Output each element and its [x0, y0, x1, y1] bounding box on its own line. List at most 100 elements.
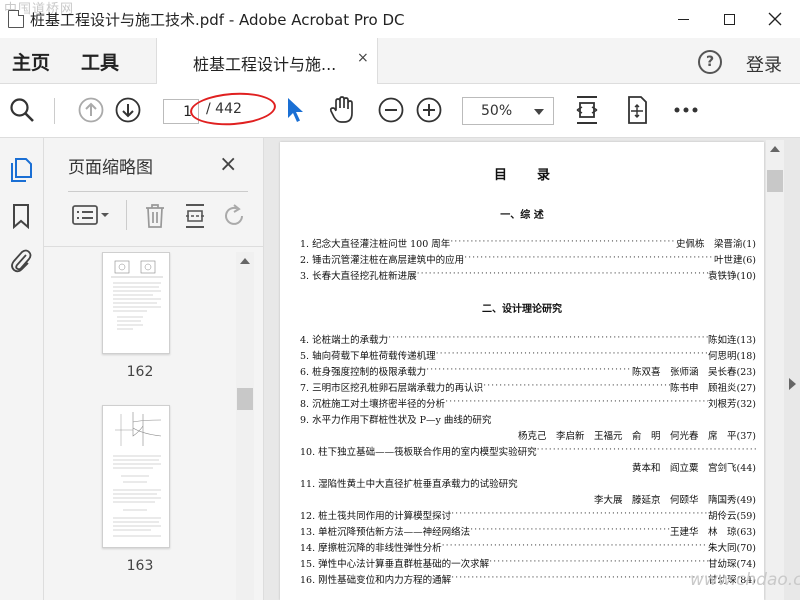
- tab-document[interactable]: 桩基工程设计与施... ×: [156, 38, 378, 84]
- watermark-bottom: www.chdao.com: [690, 570, 800, 590]
- toc-entry-title: 14. 摩擦桩沉降的非线性弹性分析: [300, 543, 442, 554]
- toc-leader: [436, 348, 708, 362]
- toc-leader: [426, 364, 632, 378]
- thumbnail-panel: 页面缩略图 × 162 163: [44, 138, 264, 600]
- pdf-page: 目录 一、综 述 1. 纪念大直径灌注桩问世 100 周年史佩栋 梁晋渝(1) …: [280, 142, 764, 600]
- toc-entry-title: 6. 桩身强度控制的极限承载力: [300, 367, 427, 378]
- panel-divider: [68, 191, 248, 192]
- fit-page-icon: [576, 96, 598, 124]
- previous-page-button[interactable]: [77, 96, 105, 124]
- toc-entry: 4. 论桩端土的承载力 陈如连(13): [300, 332, 756, 346]
- cursor-arrow-icon: [288, 98, 303, 122]
- tab-home[interactable]: 主页: [12, 48, 50, 75]
- sign-in-button[interactable]: 登录: [746, 51, 782, 77]
- bookmarks-button[interactable]: [8, 202, 34, 230]
- delete-page-button[interactable]: [144, 203, 166, 233]
- toc-entry-title: 13. 单桩沉降预估新方法——神经网络法: [300, 527, 471, 538]
- toc-leader: [388, 332, 708, 346]
- page-thumbnail[interactable]: [102, 252, 170, 354]
- full-screen-button[interactable]: [623, 96, 651, 124]
- thumbnail-page-number: 163: [126, 558, 154, 574]
- scroll-up-icon[interactable]: [770, 146, 780, 152]
- select-tool-button[interactable]: [281, 96, 309, 124]
- toc-entry: 5. 轴向荷载下单桩荷载传递机理 何思明(18): [300, 348, 756, 362]
- document-scrollbar[interactable]: [766, 140, 784, 600]
- toc-entry-title: 3. 长春大直径挖孔桩新进展: [300, 271, 417, 282]
- next-page-button[interactable]: [114, 96, 142, 124]
- bookmark-icon: [13, 204, 29, 229]
- toc-entry: 1. 纪念大直径灌注桩问世 100 周年 史佩栋 梁晋渝(1): [300, 236, 756, 250]
- minimize-icon: [677, 18, 689, 20]
- trash-icon: [146, 204, 164, 228]
- arrow-down-circle-icon: [115, 97, 141, 123]
- document-view: 目录 一、综 述 1. 纪念大直径灌注桩问世 100 周年史佩栋 梁晋渝(1) …: [264, 138, 800, 600]
- search-icon: [10, 98, 34, 122]
- scrollbar-thumb[interactable]: [237, 388, 253, 410]
- hand-tool-button[interactable]: [328, 96, 356, 124]
- toc-entry-authors: 袁铁铮(10): [707, 271, 756, 282]
- zoom-out-button[interactable]: [377, 96, 405, 124]
- close-panel-icon[interactable]: ×: [219, 152, 237, 177]
- toc-entry-authors: 陈双喜 张师涵 吴长春(23): [631, 367, 756, 378]
- toc-leader: [537, 444, 756, 458]
- toc-entry-title: 2. 锤击沉管灌注桩在高层建筑中的应用: [300, 255, 465, 266]
- toc-entry: 15. 弹性中心法计算垂直群桩基础的一次求解 甘幼琛(74): [300, 556, 756, 570]
- maximize-button[interactable]: [706, 0, 752, 38]
- tab-tools[interactable]: 工具: [81, 48, 119, 75]
- search-button[interactable]: [8, 96, 36, 124]
- page-thumbnail[interactable]: [102, 405, 170, 548]
- options-menu-button[interactable]: [72, 204, 112, 230]
- toc-leader: [451, 508, 708, 522]
- toc-entry: 13. 单桩沉降预估新方法——神经网络法 王建华 林 琼(63): [300, 524, 756, 538]
- toc-entry-title: 10. 柱下独立基础——筏板联合作用的室内模型实验研究: [300, 447, 537, 458]
- attachments-button[interactable]: [8, 246, 34, 274]
- left-rail: [0, 138, 44, 600]
- toc-entry: 10. 柱下独立基础——筏板联合作用的室内模型实验研究: [300, 444, 756, 458]
- close-window-button[interactable]: [752, 0, 798, 38]
- toc-leader: [451, 572, 708, 586]
- thumbnail-page-number: 162: [126, 364, 154, 380]
- close-tab-icon[interactable]: ×: [357, 50, 369, 66]
- toc-entry: 9. 水平力作用下群桩性状及 P—y 曲线的研究: [300, 412, 756, 426]
- thumbnail-list: 162 163: [44, 252, 236, 600]
- more-tools-button[interactable]: [672, 96, 700, 124]
- thumbnail-panel-title: 页面缩略图: [68, 158, 153, 178]
- toc-entry: 3. 长春大直径挖孔桩新进展 袁铁铮(10): [300, 268, 756, 282]
- page-preview-image: [113, 412, 162, 537]
- toc-entry-title: 4. 论桩端土的承载力: [300, 335, 389, 346]
- toolbar-separator: [54, 98, 55, 124]
- zoom-in-icon: [416, 97, 442, 123]
- tools-separator: [126, 200, 127, 230]
- zoom-level-select[interactable]: 50%: [462, 97, 554, 125]
- toc-entry: 12. 桩土筏共同作用的计算模型探讨 胡伶云(59): [300, 508, 756, 522]
- page-thumbnails-button[interactable]: [8, 156, 34, 184]
- toc-entry-authors: 黄本和 阎立粟 宫剑飞(44): [631, 463, 756, 474]
- toc-entry: 8. 沉桩施工对土壤挤密半径的分析 刘根芳(32): [300, 396, 756, 410]
- help-icon[interactable]: ?: [698, 50, 722, 74]
- insert-page-button[interactable]: [183, 203, 207, 233]
- toc-entry: 16. 刚性基础变位和内力方程的通解甘幼琛(84): [300, 572, 756, 586]
- rotate-icon: [225, 204, 243, 225]
- expand-right-panel-icon[interactable]: [789, 378, 796, 390]
- toc-entry-title: 15. 弹性中心法计算垂直群桩基础的一次求解: [300, 559, 490, 570]
- document-tab-label: 桩基工程设计与施...: [193, 55, 337, 74]
- fit-page-button[interactable]: [573, 96, 601, 124]
- toc-entry: 7. 三明市区挖孔桩卵石层端承载力的再认识 陈书申 顾祖炎(27): [300, 380, 756, 394]
- toc-entry: 2. 锤击沉管灌注桩在高层建筑中的应用 叶世建(6): [300, 252, 756, 266]
- scroll-up-icon[interactable]: [240, 258, 250, 264]
- options-list-icon: [72, 205, 109, 225]
- section-heading: 一、综 述: [500, 210, 544, 221]
- toc-entry: 6. 桩身强度控制的极限承载力 陈双喜 张师涵 吴长春(23): [300, 364, 756, 378]
- zoom-in-button[interactable]: [415, 96, 443, 124]
- toc-leader: [442, 540, 708, 554]
- toc-entry-title: 8. 沉桩施工对土壤挤密半径的分析: [300, 399, 446, 410]
- thumbnail-scrollbar[interactable]: [236, 252, 254, 600]
- rotate-page-button[interactable]: [223, 203, 247, 233]
- minimize-button[interactable]: [660, 0, 706, 38]
- scrollbar-thumb[interactable]: [767, 170, 783, 192]
- zoom-value: 50%: [481, 103, 513, 119]
- page-thumbnails-icon: [11, 158, 32, 182]
- toc-leader: [470, 524, 670, 538]
- toc-entry-title: 11. 湿陷性黄土中大直径扩桩垂直承载力的试验研究: [300, 479, 518, 490]
- more-icon: [674, 107, 698, 113]
